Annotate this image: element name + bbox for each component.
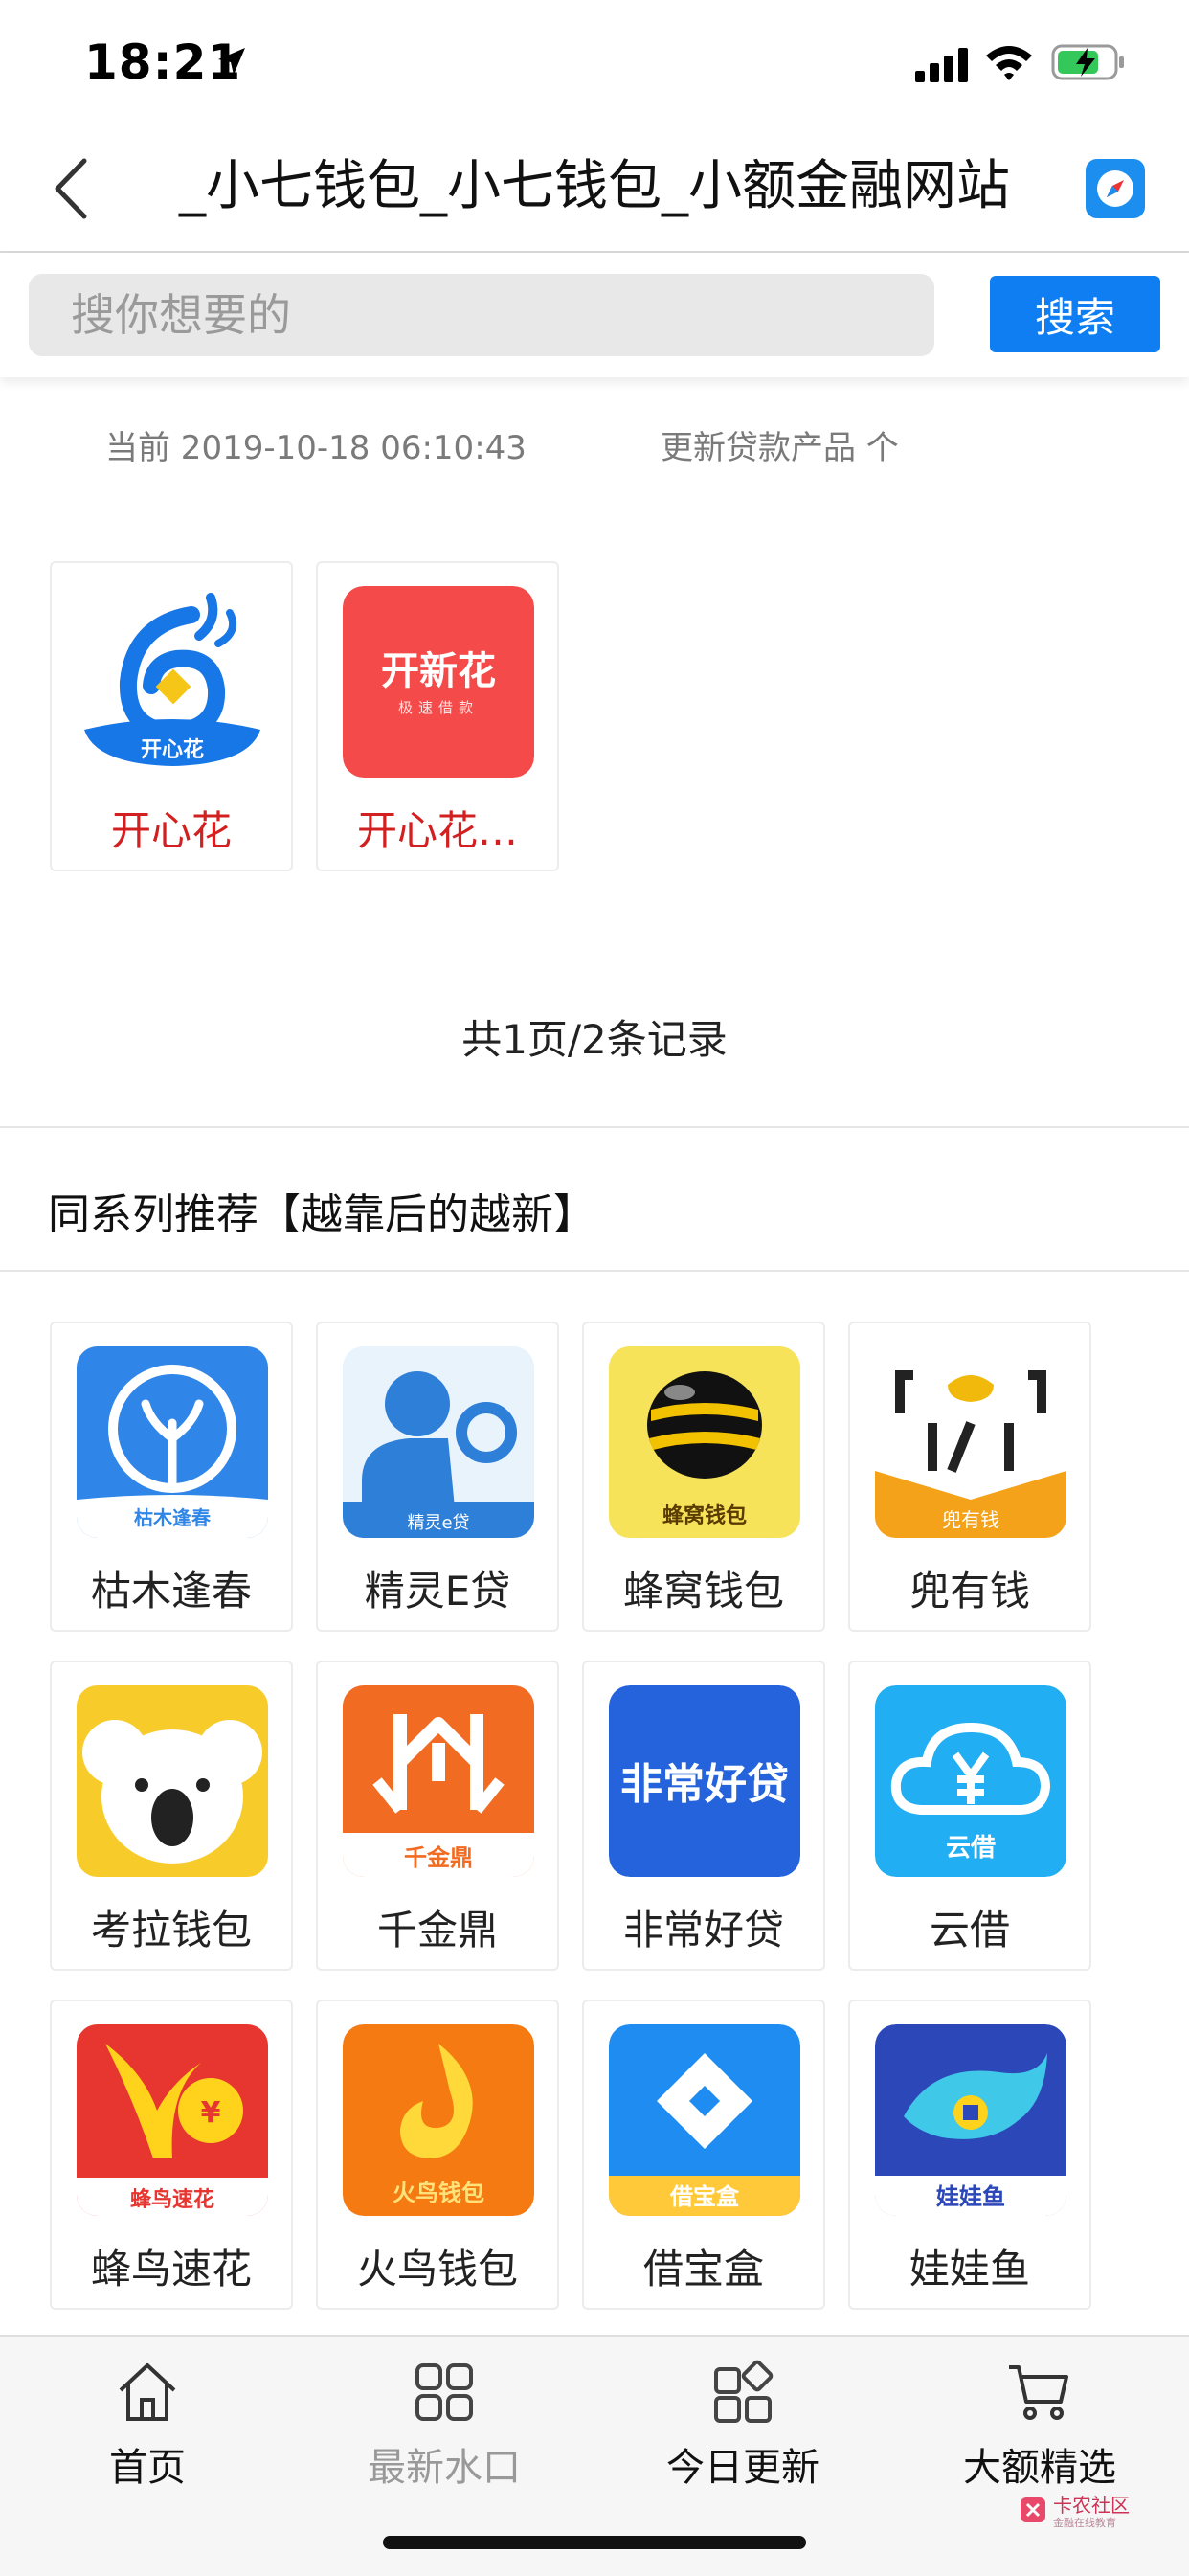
kaixinhua-red-logo-text: 开新花 — [381, 649, 496, 693]
tab-today[interactable]: 今日更新 — [628, 2358, 858, 2511]
update-count: 更新贷款产品 个 — [661, 429, 899, 467]
battery-charging-icon — [1051, 44, 1124, 80]
jinglingedai-logo-icon: 精灵e贷 — [343, 1346, 534, 1538]
tile-label: 非常好贷 — [622, 1907, 784, 1954]
watermark: 卡农社区 金融在线教育 — [1019, 2490, 1172, 2538]
compass-icon[interactable] — [1086, 159, 1145, 218]
tab-label: 今日更新 — [666, 2446, 819, 2490]
grid-icon — [415, 2363, 473, 2421]
location-arrow-icon — [218, 48, 245, 75]
app-tile-huoniaoqianbao[interactable]: 火鸟钱包 火鸟钱包 — [316, 2000, 559, 2310]
section-title: 同系列推荐【越靠后的越新】 — [48, 1190, 595, 1239]
search-bar: 搜索 — [0, 253, 1189, 377]
fengwoqianbao-logo-text: 蜂窝钱包 — [662, 1503, 747, 1528]
app-tile-douyouqian[interactable]: 兜有钱 兜有钱 — [848, 1322, 1091, 1632]
wawayu-logo-icon: 娃娃鱼 — [875, 2024, 1066, 2216]
tile-label: 蜂窝钱包 — [622, 1568, 784, 1615]
watermark-text: 卡农社区 — [1053, 2494, 1130, 2517]
app-tile-jinglingedai[interactable]: 精灵e贷 精灵E贷 — [316, 1322, 559, 1632]
huoniaoqianbao-logo-text: 火鸟钱包 — [393, 2180, 484, 2206]
divider — [0, 1270, 1189, 1272]
kaixinhua-red-logo-icon: 开新花 极速借款 — [343, 586, 534, 778]
yunjie-logo-icon: 云借 — [875, 1685, 1066, 1877]
result-tile-kaixinhua[interactable]: 开心花 开心花 — [50, 561, 293, 871]
tab-latest[interactable]: 最新水口 — [329, 2358, 559, 2511]
divider — [0, 1126, 1189, 1128]
app-tile-wawayu[interactable]: 娃娃鱼 娃娃鱼 — [848, 2000, 1091, 2310]
feichanghaodai-logo-icon: 非常好贷 — [609, 1685, 800, 1877]
tile-label: 蜂鸟速花 — [90, 2246, 252, 2293]
tile-label: 兜有钱 — [909, 1568, 1030, 1615]
watermark-logo-icon — [1021, 2497, 1045, 2522]
tile-label: 娃娃鱼 — [909, 2246, 1030, 2293]
app-tile-fengwoqianbao[interactable]: 蜂窝钱包 蜂窝钱包 — [582, 1322, 825, 1632]
tab-label: 最新水口 — [368, 2446, 521, 2490]
cart-icon — [1009, 2365, 1068, 2420]
jiebaohe-logo-text: 借宝盒 — [669, 2183, 740, 2210]
tile-label: 精灵E贷 — [364, 1568, 511, 1615]
app-tile-feichanghaodai[interactable]: 非常好贷 非常好贷 — [582, 1661, 825, 1971]
tile-label: 千金鼎 — [376, 1907, 498, 1954]
huoniaoqianbao-logo-icon: 火鸟钱包 — [343, 2024, 534, 2216]
wifi-icon — [986, 46, 1032, 80]
home-indicator — [383, 2536, 806, 2549]
back-chevron-icon[interactable] — [48, 157, 96, 220]
apps-icon — [714, 2360, 774, 2423]
status-bar: 18:21 — [0, 0, 1189, 124]
tab-home[interactable]: 首页 — [33, 2358, 262, 2511]
douyouqian-logo-text: 兜有钱 — [942, 1508, 999, 1531]
kaixinhua-red-logo-sub: 极速借款 — [398, 699, 479, 716]
feichanghaodai-logo-text: 非常好贷 — [620, 1760, 789, 1809]
app-tile-fengniaosuhua[interactable]: ¥ 蜂鸟速花 蜂鸟速花 — [50, 2000, 293, 2310]
tile-label: 枯木逢春 — [90, 1568, 252, 1615]
search-button[interactable]: 搜索 — [990, 276, 1160, 352]
wawayu-logo-text: 娃娃鱼 — [936, 2183, 1005, 2210]
app-tile-yunjie[interactable]: 云借 云借 — [848, 1661, 1091, 1971]
watermark-sub: 金融在线教育 — [1053, 2517, 1116, 2529]
tile-label: 考拉钱包 — [90, 1907, 252, 1954]
koala-logo-icon — [77, 1685, 268, 1877]
tab-label: 大额精选 — [963, 2446, 1116, 2490]
tile-label: 开心花 — [110, 807, 232, 854]
kumufengchun-logo-text: 枯木逢春 — [134, 1506, 212, 1529]
app-tile-qianjinding[interactable]: 千金鼎 千金鼎 — [316, 1661, 559, 1971]
tile-label: 开心花… — [356, 807, 518, 854]
tile-label: 火鸟钱包 — [356, 2246, 518, 2293]
pagination-summary: 共1页/2条记录 — [461, 1016, 728, 1063]
app-tile-kumufengchun[interactable]: 枯木逢春 枯木逢春 — [50, 1322, 293, 1632]
fengwoqianbao-logo-icon: 蜂窝钱包 — [609, 1346, 800, 1538]
kumufengchun-logo-icon: 枯木逢春 — [77, 1346, 268, 1538]
tab-label: 首页 — [109, 2446, 186, 2490]
douyouqian-logo-icon: 兜有钱 — [875, 1346, 1066, 1538]
fengniaosuhua-logo-icon: ¥ 蜂鸟速花 — [77, 2024, 268, 2216]
jinglingedai-logo-text: 精灵e贷 — [407, 1513, 469, 1533]
navigation-bar: _小七钱包_小七钱包_小额金融网站 — [0, 124, 1189, 253]
current-timestamp: 当前 2019-10-18 06:10:43 — [105, 429, 527, 467]
qianjinding-logo-icon: 千金鼎 — [343, 1685, 534, 1877]
app-tile-jiebaohe[interactable]: 借宝盒 借宝盒 — [582, 2000, 825, 2310]
fengniaosuhua-logo-text: 蜂鸟速花 — [130, 2187, 214, 2212]
qianjinding-logo-text: 千金鼎 — [404, 1844, 473, 1871]
cellular-signal-icon — [915, 48, 968, 82]
page-title: _小七钱包_小七钱包_小额金融网站 — [179, 155, 1010, 217]
kaixinhua-logo-text: 开心花 — [141, 737, 204, 762]
yen-symbol: ¥ — [201, 2096, 221, 2130]
tile-label: 借宝盒 — [642, 2246, 764, 2293]
tab-featured[interactable]: 大额精选 — [925, 2358, 1155, 2511]
app-tile-kaolaqianbao[interactable]: 考拉钱包 — [50, 1661, 293, 1971]
jiebaohe-logo-icon: 借宝盒 — [609, 2024, 800, 2216]
home-icon — [119, 2363, 176, 2421]
result-tile-kaixinhua-2[interactable]: 开新花 极速借款 开心花… — [316, 561, 559, 871]
kaixinhua-logo-icon: 开心花 — [77, 586, 268, 778]
search-input[interactable] — [29, 274, 934, 356]
tile-label: 云借 — [929, 1907, 1010, 1954]
yunjie-logo-text: 云借 — [946, 1834, 996, 1863]
